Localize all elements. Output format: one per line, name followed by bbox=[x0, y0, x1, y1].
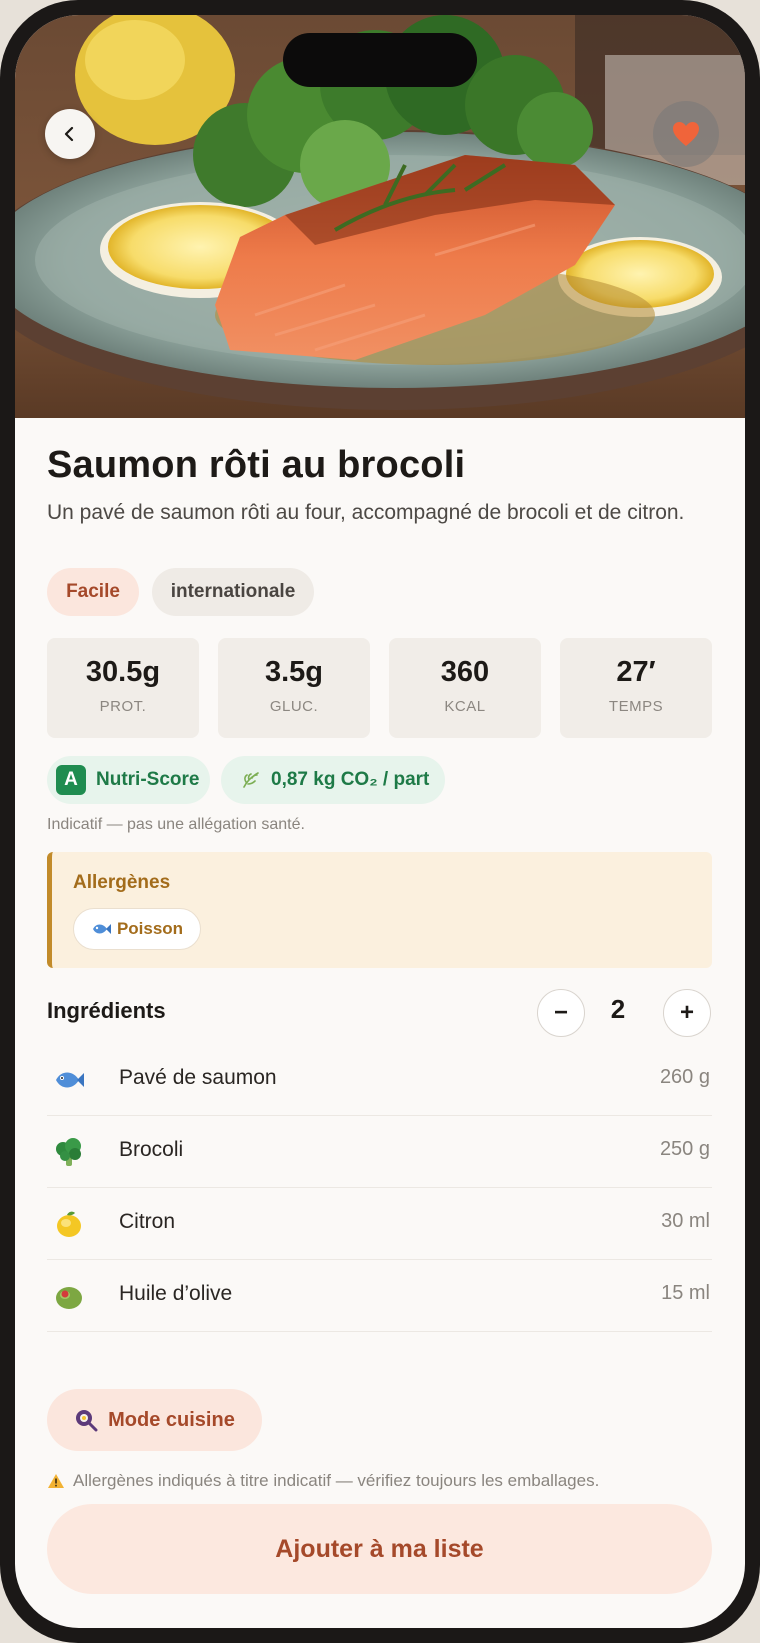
stat-label: KCAL bbox=[444, 698, 486, 715]
recipe-title: Saumon rôti au brocoli bbox=[47, 444, 466, 486]
lemon-icon bbox=[53, 1208, 85, 1240]
olive-icon bbox=[53, 1280, 85, 1312]
nutri-score-badge: A Nutri-Score bbox=[47, 756, 210, 804]
stat-carbs: 3.5g GLUC. bbox=[218, 638, 370, 738]
nutri-score-label: Nutri-Score bbox=[96, 769, 200, 790]
heart-icon bbox=[672, 121, 700, 147]
stat-calories: 360 KCAL bbox=[389, 638, 541, 738]
allergen-title: Allergènes bbox=[73, 872, 171, 893]
allergen-label: Poisson bbox=[116, 919, 184, 938]
favorite-button[interactable] bbox=[653, 101, 719, 167]
ingredient-qty: 250 g bbox=[659, 1138, 710, 1160]
screen: Saumon rôti au brocoli Un pavé de saumon… bbox=[15, 15, 745, 1628]
warning-icon bbox=[47, 1473, 65, 1489]
servings-count: 2 bbox=[610, 994, 626, 1024]
difficulty-tag: Facile bbox=[47, 568, 139, 616]
stat-label: TEMPS bbox=[608, 698, 664, 715]
cook-mode-label: Mode cuisine bbox=[108, 1408, 235, 1431]
chevron-left-icon bbox=[61, 125, 79, 143]
stat-protein: 30.5g PROT. bbox=[47, 638, 199, 738]
ingredient-qty: 30 ml bbox=[661, 1210, 710, 1232]
fish-icon bbox=[53, 1064, 85, 1096]
stat-label: GLUC. bbox=[269, 698, 319, 715]
fish-icon bbox=[91, 921, 111, 937]
ingredient-name: Huile d’olive bbox=[119, 1282, 233, 1305]
phone-frame: Saumon rôti au brocoli Un pavé de saumon… bbox=[0, 0, 760, 1643]
decrease-servings-button[interactable]: − bbox=[537, 989, 585, 1037]
stat-value: 3.5g bbox=[264, 656, 324, 688]
allergen-chip-fish: Poisson bbox=[73, 908, 201, 950]
ingredient-row: Citron 30 ml bbox=[47, 1188, 712, 1260]
stat-value: 360 bbox=[440, 656, 490, 688]
broccoli-icon bbox=[53, 1136, 85, 1168]
stat-value: 30.5g bbox=[85, 656, 161, 688]
nutri-score-grade: A bbox=[56, 765, 86, 795]
increase-servings-button[interactable]: + bbox=[663, 989, 711, 1037]
leaf-icon bbox=[241, 770, 261, 790]
stat-time: 27′ TEMPS bbox=[560, 638, 712, 738]
frying-pan-icon bbox=[74, 1408, 98, 1432]
cook-mode-button[interactable]: Mode cuisine bbox=[47, 1389, 262, 1451]
ingredient-row: Pavé de saumon 260 g bbox=[47, 1044, 712, 1116]
allergen-panel: Allergènes Poisson bbox=[47, 852, 712, 968]
ingredient-row: Huile d’olive 15 ml bbox=[47, 1260, 712, 1332]
ingredient-qty: 15 ml bbox=[661, 1282, 710, 1304]
ingredient-qty: 260 g bbox=[659, 1066, 710, 1088]
recipe-photo bbox=[15, 15, 745, 418]
ingredients-title: Ingrédients bbox=[47, 998, 166, 1023]
allergen-warning: Allergènes indiqués à titre indicatif — … bbox=[47, 1471, 599, 1491]
ingredient-row: Brocoli 250 g bbox=[47, 1116, 712, 1188]
stat-label: PROT. bbox=[99, 698, 147, 715]
ingredient-name: Pavé de saumon bbox=[119, 1066, 277, 1089]
cuisine-tag: internationale bbox=[152, 568, 314, 616]
co2-label: 0,87 kg CO₂ / part bbox=[271, 769, 430, 790]
dynamic-island bbox=[283, 33, 477, 87]
recipe-description: Un pavé de saumon rôti au four, accompag… bbox=[47, 501, 685, 524]
co2-badge: 0,87 kg CO₂ / part bbox=[221, 756, 445, 804]
disclaimer-note: Indicatif — pas une allégation santé. bbox=[47, 816, 305, 833]
ingredient-name: Brocoli bbox=[119, 1138, 184, 1161]
back-button[interactable] bbox=[45, 109, 95, 159]
warning-text: Allergènes indiqués à titre indicatif — … bbox=[73, 1471, 600, 1490]
stat-value: 27′ bbox=[616, 656, 656, 688]
ingredient-name: Citron bbox=[119, 1210, 176, 1233]
add-to-list-button[interactable]: Ajouter à ma liste bbox=[47, 1504, 712, 1594]
